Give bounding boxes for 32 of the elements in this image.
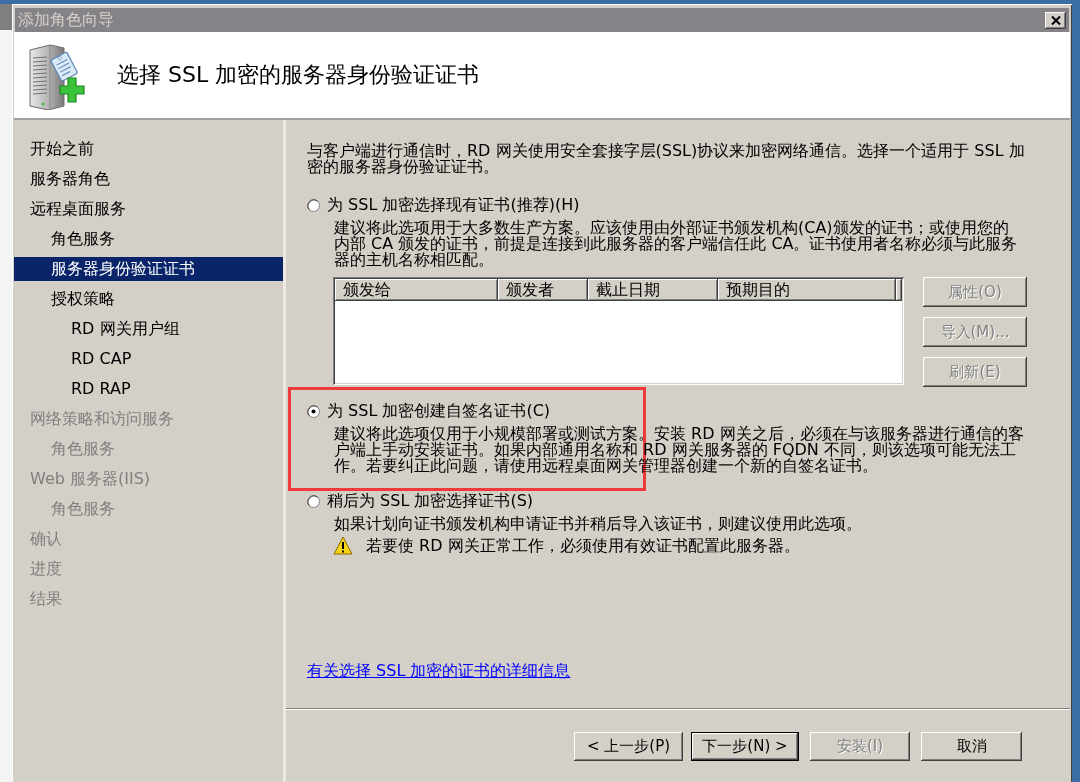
cancel-button[interactable]: 取消 bbox=[921, 732, 1022, 761]
nav-item[interactable]: 远程桌面服务 bbox=[14, 197, 283, 221]
nav-item[interactable]: 角色服务 bbox=[14, 227, 283, 251]
nav-item[interactable]: RD 网关用户组 bbox=[14, 317, 283, 341]
warning-icon bbox=[333, 536, 353, 555]
back-button[interactable]: < 上一步(P) bbox=[574, 732, 683, 761]
radio-button[interactable] bbox=[307, 198, 320, 212]
nav-item[interactable]: 服务器身份验证证书 bbox=[14, 257, 283, 281]
option-description: 如果计划向证书颁发机构申请证书并稍后导入该证书，则建议使用此选项。 bbox=[334, 516, 863, 532]
column-header[interactable]: 预期目的 bbox=[718, 279, 896, 301]
nav-item[interactable]: RD CAP bbox=[14, 347, 283, 371]
window-title: 添加角色向导 bbox=[18, 11, 114, 29]
radio-button[interactable] bbox=[307, 494, 320, 508]
radio-label[interactable]: 为 SSL 加密创建自签名证书(C) bbox=[327, 403, 551, 419]
warning-text: 若要使 RD 网关正常工作，必须使用有效证书配置此服务器。 bbox=[366, 537, 800, 554]
column-header[interactable]: 颁发者 bbox=[498, 279, 588, 301]
page-heading: 选择 SSL 加密的服务器身份验证证书 bbox=[117, 62, 480, 88]
column-header[interactable]: 颁发给 bbox=[335, 279, 498, 301]
radio-label[interactable]: 稍后为 SSL 加密选择证书(S) bbox=[327, 493, 534, 509]
nav-item[interactable]: RD RAP bbox=[14, 377, 283, 401]
next-button[interactable]: 下一步(N) > bbox=[691, 732, 799, 761]
option-description: 建议将此选项用于大多数生产方案。应该使用由外部证书颁发机构(CA)颁发的证书；或使用您的内部 CA 颁发的证书，前提是连接到此服务器的客户端信任此 CA。证书使用者名称必须与此服务器的主机名称相匹配。 bbox=[334, 220, 1019, 268]
radio-label[interactable]: 为 SSL 加密选择现有证书(推荐)(H) bbox=[327, 197, 580, 213]
nav-item[interactable]: 开始之前 bbox=[14, 137, 283, 161]
close-button[interactable] bbox=[1045, 11, 1066, 29]
nav-item[interactable]: 授权策略 bbox=[14, 287, 283, 311]
nav-item[interactable]: 服务器角色 bbox=[14, 167, 283, 191]
radio-button[interactable] bbox=[307, 404, 320, 418]
intro-text: 与客户端进行通信时，RD 网关使用安全套接字层(SSL)协议来加密网络通信。选择一个适用于 SSL 加密的服务器身份验证证书。 bbox=[307, 143, 1026, 175]
column-header[interactable]: 截止日期 bbox=[588, 279, 718, 301]
help-link[interactable]: 有关选择 SSL 加密的证书的详细信息 bbox=[307, 663, 571, 679]
close-icon bbox=[1050, 15, 1061, 25]
